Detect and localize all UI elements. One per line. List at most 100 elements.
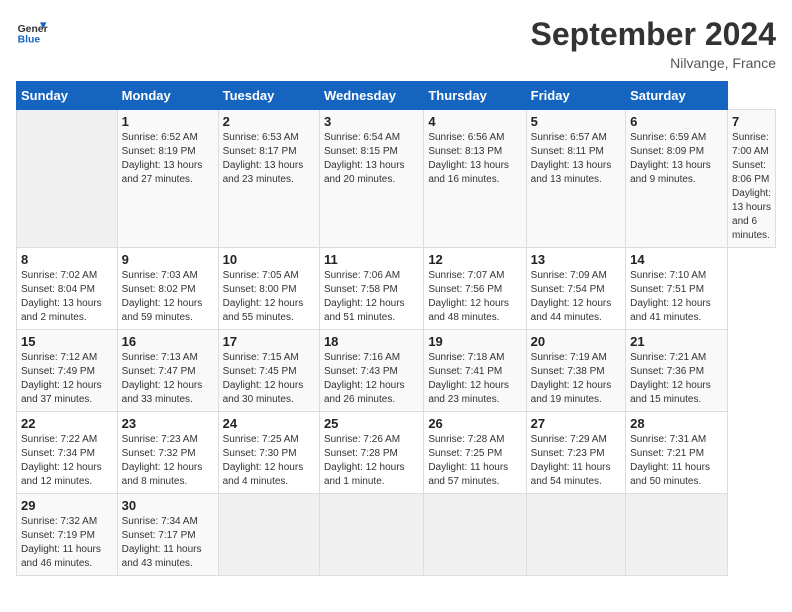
day-number: 28 [630,416,723,431]
day-cell-13: 13Sunrise: 7:09 AM Sunset: 7:54 PM Dayli… [526,248,625,330]
day-cell-16: 16Sunrise: 7:13 AM Sunset: 7:47 PM Dayli… [117,330,218,412]
day-detail: Sunrise: 6:53 AM Sunset: 8:17 PM Dayligh… [223,131,315,187]
empty-cell [626,494,728,576]
logo: General Blue [16,16,48,48]
header-cell-tuesday: Tuesday [218,82,319,110]
empty-cell [218,494,319,576]
day-number: 2 [223,114,315,129]
day-cell-4: 4 Sunrise: 6:56 AM Sunset: 8:13 PM Daylig… [424,110,526,248]
day-cell-2: 2 Sunrise: 6:53 AM Sunset: 8:17 PM Daylig… [218,110,319,248]
header-cell-thursday: Thursday [424,82,526,110]
day-detail: Sunrise: 7:07 AM Sunset: 7:56 PM Dayligh… [428,269,521,325]
day-detail: Sunrise: 7:15 AM Sunset: 7:45 PM Dayligh… [223,351,315,407]
day-cell-24: 24Sunrise: 7:25 AM Sunset: 7:30 PM Dayli… [218,412,319,494]
day-detail: Sunrise: 7:13 AM Sunset: 7:47 PM Dayligh… [122,351,214,407]
day-number: 15 [21,334,113,349]
day-detail: Sunrise: 6:54 AM Sunset: 8:15 PM Dayligh… [324,131,419,187]
title-block: September 2024 Nilvange, France [531,16,776,71]
week-row-1: 8 Sunrise: 7:02 AM Sunset: 8:04 PM Daylig… [17,248,776,330]
day-cell-18: 18Sunrise: 7:16 AM Sunset: 7:43 PM Dayli… [319,330,423,412]
day-detail: Sunrise: 7:18 AM Sunset: 7:41 PM Dayligh… [428,351,521,407]
day-number: 12 [428,252,521,267]
day-cell-22: 22 Sunrise: 7:22 AM Sunset: 7:34 PM Dayli… [17,412,118,494]
day-cell-26: 26Sunrise: 7:28 AM Sunset: 7:25 PM Dayli… [424,412,526,494]
day-cell-8: 8 Sunrise: 7:02 AM Sunset: 8:04 PM Daylig… [17,248,118,330]
day-number: 20 [531,334,621,349]
day-number: 18 [324,334,419,349]
day-detail: Sunrise: 7:10 AM Sunset: 7:51 PM Dayligh… [630,269,723,325]
day-detail: Sunrise: 7:02 AM Sunset: 8:04 PM Dayligh… [21,269,113,325]
week-row-3: 22 Sunrise: 7:22 AM Sunset: 7:34 PM Dayli… [17,412,776,494]
header-row: SundayMondayTuesdayWednesdayThursdayFrid… [17,82,776,110]
week-row-2: 15 Sunrise: 7:12 AM Sunset: 7:49 PM Dayli… [17,330,776,412]
month-title: September 2024 [531,16,776,53]
empty-cell [424,494,526,576]
day-number: 24 [223,416,315,431]
day-cell-14: 14Sunrise: 7:10 AM Sunset: 7:51 PM Dayli… [626,248,728,330]
day-detail: Sunrise: 7:21 AM Sunset: 7:36 PM Dayligh… [630,351,723,407]
day-cell-17: 17 Sunrise: 7:15 AM Sunset: 7:45 PM Dayli… [218,330,319,412]
day-cell-10: 10 Sunrise: 7:05 AM Sunset: 8:00 PM Dayli… [218,248,319,330]
calendar-header: SundayMondayTuesdayWednesdayThursdayFrid… [17,82,776,110]
day-cell-25: 25 Sunrise: 7:26 AM Sunset: 7:28 PM Dayli… [319,412,423,494]
day-detail: Sunrise: 6:57 AM Sunset: 8:11 PM Dayligh… [531,131,621,187]
day-cell-6: 6 Sunrise: 6:59 AM Sunset: 8:09 PM Daylig… [626,110,728,248]
day-number: 21 [630,334,723,349]
location: Nilvange, France [531,55,776,71]
day-cell-21: 21 Sunrise: 7:21 AM Sunset: 7:36 PM Dayli… [626,330,728,412]
day-number: 10 [223,252,315,267]
day-number: 17 [223,334,315,349]
day-number: 9 [122,252,214,267]
day-detail: Sunrise: 6:59 AM Sunset: 8:09 PM Dayligh… [630,131,723,187]
day-number: 26 [428,416,521,431]
day-detail: Sunrise: 7:03 AM Sunset: 8:02 PM Dayligh… [122,269,214,325]
header-cell-wednesday: Wednesday [319,82,423,110]
day-detail: Sunrise: 7:22 AM Sunset: 7:34 PM Dayligh… [21,433,113,489]
day-number: 11 [324,252,419,267]
day-cell-28: 28 Sunrise: 7:31 AM Sunset: 7:21 PM Dayli… [626,412,728,494]
day-cell-15: 15 Sunrise: 7:12 AM Sunset: 7:49 PM Dayli… [17,330,118,412]
day-number: 22 [21,416,113,431]
calendar-table: SundayMondayTuesdayWednesdayThursdayFrid… [16,81,776,576]
day-cell-5: 5 Sunrise: 6:57 AM Sunset: 8:11 PM Daylig… [526,110,625,248]
day-cell-11: 11 Sunrise: 7:06 AM Sunset: 7:58 PM Dayli… [319,248,423,330]
day-detail: Sunrise: 7:32 AM Sunset: 7:19 PM Dayligh… [21,515,113,571]
header-cell-saturday: Saturday [626,82,728,110]
day-cell-9: 9 Sunrise: 7:03 AM Sunset: 8:02 PM Daylig… [117,248,218,330]
day-cell-3: 3 Sunrise: 6:54 AM Sunset: 8:15 PM Daylig… [319,110,423,248]
day-number: 5 [531,114,621,129]
day-detail: Sunrise: 7:26 AM Sunset: 7:28 PM Dayligh… [324,433,419,489]
day-number: 7 [732,114,771,129]
day-cell-27: 27 Sunrise: 7:29 AM Sunset: 7:23 PM Dayli… [526,412,625,494]
day-cell-1: 1Sunrise: 6:52 AM Sunset: 8:19 PM Daylig… [117,110,218,248]
day-number: 23 [122,416,214,431]
week-row-0: 1Sunrise: 6:52 AM Sunset: 8:19 PM Daylig… [17,110,776,248]
day-cell-29: 29 Sunrise: 7:32 AM Sunset: 7:19 PM Dayli… [17,494,118,576]
week-row-4: 29 Sunrise: 7:32 AM Sunset: 7:19 PM Dayli… [17,494,776,576]
day-detail: Sunrise: 7:31 AM Sunset: 7:21 PM Dayligh… [630,433,723,489]
day-detail: Sunrise: 6:56 AM Sunset: 8:13 PM Dayligh… [428,131,521,187]
day-number: 8 [21,252,113,267]
logo-icon: General Blue [16,16,48,48]
header-cell-friday: Friday [526,82,625,110]
day-detail: Sunrise: 6:52 AM Sunset: 8:19 PM Dayligh… [122,131,214,187]
header-cell-sunday: Sunday [17,82,118,110]
day-cell-30: 30Sunrise: 7:34 AM Sunset: 7:17 PM Dayli… [117,494,218,576]
day-number: 30 [122,498,214,513]
day-number: 25 [324,416,419,431]
header-cell-monday: Monday [117,82,218,110]
day-number: 29 [21,498,113,513]
day-detail: Sunrise: 7:06 AM Sunset: 7:58 PM Dayligh… [324,269,419,325]
day-number: 13 [531,252,621,267]
day-detail: Sunrise: 7:05 AM Sunset: 8:00 PM Dayligh… [223,269,315,325]
day-number: 27 [531,416,621,431]
day-detail: Sunrise: 7:12 AM Sunset: 7:49 PM Dayligh… [21,351,113,407]
day-detail: Sunrise: 7:29 AM Sunset: 7:23 PM Dayligh… [531,433,621,489]
day-number: 3 [324,114,419,129]
day-detail: Sunrise: 7:23 AM Sunset: 7:32 PM Dayligh… [122,433,214,489]
empty-cell [319,494,423,576]
day-number: 6 [630,114,723,129]
day-cell-7: 7Sunrise: 7:00 AM Sunset: 8:06 PM Daylig… [728,110,776,248]
day-cell-19: 19Sunrise: 7:18 AM Sunset: 7:41 PM Dayli… [424,330,526,412]
day-number: 4 [428,114,521,129]
